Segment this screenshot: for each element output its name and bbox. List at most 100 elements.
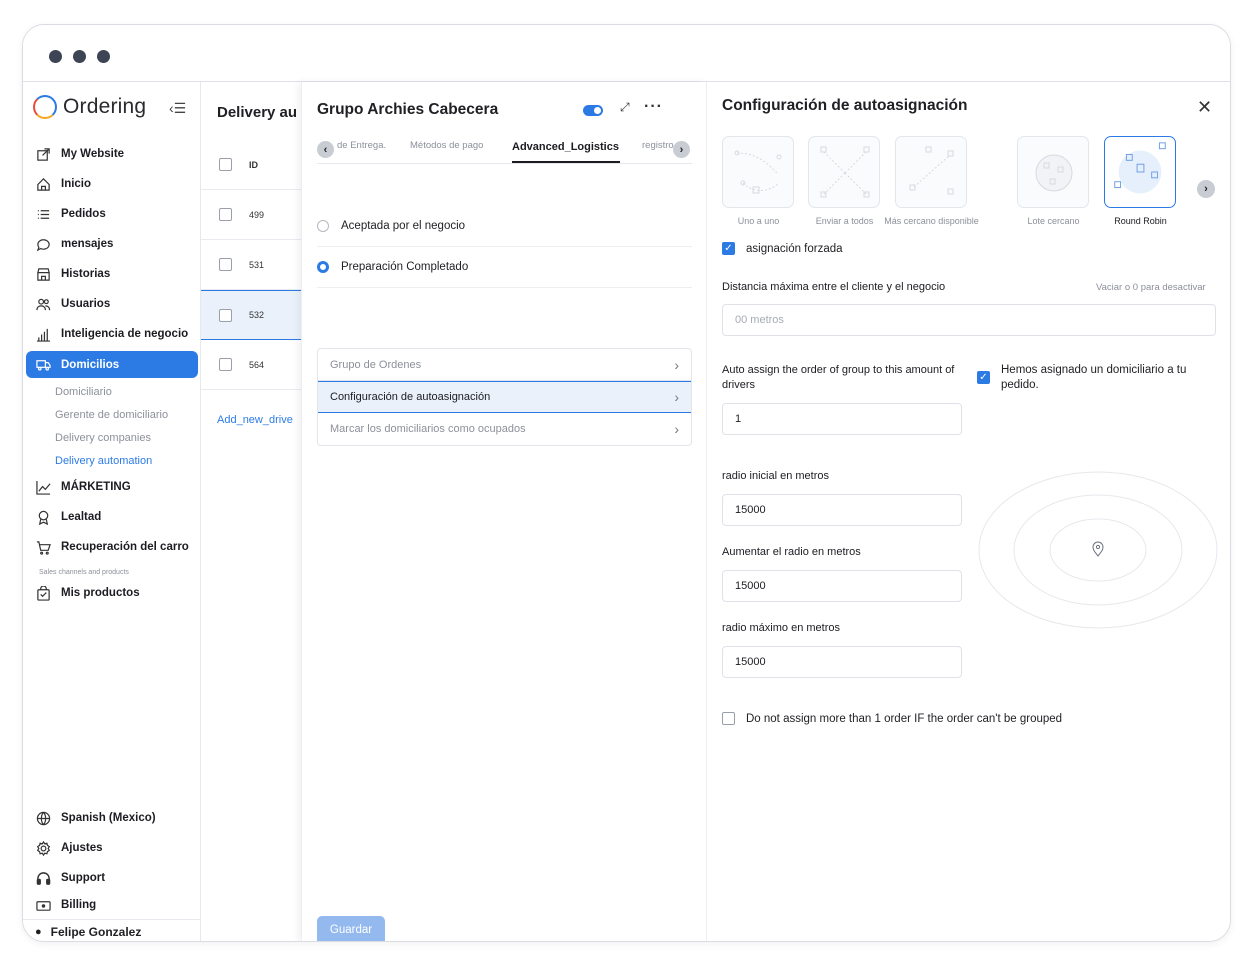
forced-assignment-option[interactable]: ✓ asignación forzada xyxy=(722,242,843,255)
strategy-uno-a-uno[interactable]: Uno a uno xyxy=(722,136,795,226)
sidebar-item-recuperacion[interactable]: Recuperación del carro xyxy=(23,532,201,562)
row-id: 532 xyxy=(249,310,265,320)
option-label: Do not assign more than 1 order IF the o… xyxy=(746,712,1063,725)
option-label: Hemos asignado un domiciliario a tu pedi… xyxy=(1001,364,1187,391)
assigned-notification-option[interactable]: ✓ Hemos asignado un domiciliario a tu ped… xyxy=(977,363,1217,393)
strategy-lote-cercano[interactable]: Lote cercano xyxy=(1017,136,1090,226)
sidebar-item-inteligencia[interactable]: Inteligencia de negocio xyxy=(23,319,201,349)
sidebar-item-label: Usuarios xyxy=(61,298,111,310)
group-enabled-toggle[interactable] xyxy=(583,105,603,116)
window-titlebar xyxy=(23,25,1230,82)
autoassign-config-panel: Configuración de autoasignación ✕ Uno a … xyxy=(706,82,1230,941)
max-distance-input[interactable] xyxy=(722,304,1216,336)
menu-item-autoasignacion[interactable]: Configuración de autoasignación › xyxy=(318,381,691,413)
sidebar-item-my-website[interactable]: My Website xyxy=(23,139,201,169)
sidebar-item-marketing[interactable]: MÁRKETING xyxy=(23,472,201,502)
expand-icon[interactable]: ⤢ xyxy=(620,100,630,115)
initial-radius-input[interactable] xyxy=(722,494,962,526)
store-icon xyxy=(35,266,51,282)
radio-button[interactable] xyxy=(317,261,329,273)
strategy-label: Más cercano disponible xyxy=(884,216,979,226)
more-options-icon[interactable]: ··· xyxy=(644,98,663,116)
page-title: Delivery au xyxy=(217,104,298,121)
select-all-checkbox[interactable] xyxy=(219,158,232,171)
row-checkbox[interactable] xyxy=(219,358,232,371)
sidebar-item-domicilios[interactable]: Domicilios xyxy=(26,351,198,378)
user-profile[interactable]: ● Felipe Gonzalez xyxy=(23,919,201,941)
tab-metodos-pago[interactable]: Métodos de pago xyxy=(410,140,483,151)
no-group-checkbox[interactable] xyxy=(722,712,735,725)
sidebar-item-mensajes[interactable]: mensajes xyxy=(23,229,201,259)
group-drivers-label: Auto assign the order of group to this a… xyxy=(722,364,955,391)
strategy-mas-cercano[interactable]: Más cercano disponible xyxy=(884,136,979,226)
sidebar-item-billing[interactable]: Billing xyxy=(23,893,201,917)
row-checkbox[interactable] xyxy=(219,258,232,271)
add-new-driver-link[interactable]: Add_new_drive xyxy=(217,414,293,426)
radio-button[interactable] xyxy=(317,220,329,232)
group-drivers-input[interactable] xyxy=(722,403,962,435)
delivery-truck-icon xyxy=(35,357,51,373)
menu-item-label: Marcar los domiciliarios como ocupados xyxy=(330,423,526,435)
strategy-label: Enviar a todos xyxy=(815,216,874,226)
option-label: Aceptada por el negocio xyxy=(341,220,466,232)
strategy-illustration xyxy=(1017,136,1089,208)
strategy-illustration xyxy=(895,136,967,208)
brand-logo[interactable]: Ordering xyxy=(33,94,146,120)
order-status-option[interactable]: Aceptada por el negocio xyxy=(317,206,692,247)
sidebar-section-label: Sales channels and products xyxy=(39,568,129,576)
assigned-notification-checkbox[interactable]: ✓ xyxy=(977,371,990,384)
sidebar-subitem-domiciliario[interactable]: Domiciliario xyxy=(23,380,201,403)
sidebar-item-ajustes[interactable]: Ajustes xyxy=(23,833,201,863)
strategies-scroll-right-icon[interactable]: › xyxy=(1197,180,1215,198)
sidebar-item-support[interactable]: Support xyxy=(23,863,201,893)
strategy-label: Round Robin xyxy=(1114,216,1167,226)
window-control-dot[interactable] xyxy=(49,50,62,63)
order-status-option[interactable]: Preparación Completado xyxy=(317,247,692,288)
delivery-automation-list: Delivery au ID 499 531 532 564 Add_new_d… xyxy=(201,82,301,941)
users-icon xyxy=(35,296,51,312)
increase-radius-input[interactable] xyxy=(722,570,962,602)
window-control-dot[interactable] xyxy=(73,50,86,63)
strategy-round-robin[interactable]: Round Robin xyxy=(1104,136,1177,226)
close-icon[interactable]: ✕ xyxy=(1197,97,1212,118)
gear-icon xyxy=(35,840,51,856)
row-checkbox[interactable] xyxy=(219,308,232,322)
row-checkbox[interactable] xyxy=(219,208,232,221)
menu-item-marcar-ocupados[interactable]: Marcar los domiciliarios como ocupados › xyxy=(318,413,691,445)
tab-registro[interactable]: registro xyxy=(642,140,674,151)
save-button[interactable]: Guardar xyxy=(317,916,385,941)
tabs-scroll-right-icon[interactable]: › xyxy=(673,141,690,158)
chevron-right-icon: › xyxy=(674,356,679,373)
collapse-sidebar-icon[interactable]: ‹☰ xyxy=(169,100,186,117)
window-control-dot[interactable] xyxy=(97,50,110,63)
sidebar-item-mis-productos[interactable]: Mis productos xyxy=(23,578,201,608)
sidebar-subitem-delivery-companies[interactable]: Delivery companies xyxy=(23,426,201,449)
tab-entrega[interactable]: de Entrega. xyxy=(337,140,386,151)
table-row[interactable]: 531 xyxy=(201,240,301,290)
strategy-illustration xyxy=(722,136,794,208)
sidebar-item-usuarios[interactable]: Usuarios xyxy=(23,289,201,319)
sidebar-item-historias[interactable]: Historias xyxy=(23,259,201,289)
table-row[interactable]: 499 xyxy=(201,190,301,240)
panel-title: Configuración de autoasignación xyxy=(722,97,968,114)
menu-item-grupo-ordenes[interactable]: Grupo de Ordenes › xyxy=(318,349,691,381)
sidebar-item-language[interactable]: Spanish (Mexico) xyxy=(23,803,201,833)
column-header-id: ID xyxy=(249,159,258,170)
browser-window: Ordering ‹☰ My Website Inicio Pedidos me… xyxy=(22,24,1231,942)
tabs-scroll-left-icon[interactable]: ‹ xyxy=(317,141,334,158)
sidebar-item-pedidos[interactable]: Pedidos xyxy=(23,199,201,229)
tab-advanced-logistics[interactable]: Advanced_Logistics xyxy=(512,141,619,153)
sidebar-subitem-delivery-automation[interactable]: Delivery automation xyxy=(23,449,201,472)
forced-assignment-checkbox[interactable]: ✓ xyxy=(722,242,735,255)
no-group-option[interactable]: Do not assign more than 1 order IF the o… xyxy=(722,712,1062,725)
sidebar-item-inicio[interactable]: Inicio xyxy=(23,169,201,199)
table-row[interactable]: 532 xyxy=(201,290,301,340)
row-id: 531 xyxy=(249,259,265,270)
distance-label: Distancia máxima entre el cliente y el n… xyxy=(722,281,946,293)
table-row[interactable]: 564 xyxy=(201,340,301,390)
increase-radius-label: Aumentar el radio en metros xyxy=(722,546,861,558)
max-radius-input[interactable] xyxy=(722,646,962,678)
sidebar-subitem-gerente[interactable]: Gerente de domiciliario xyxy=(23,403,201,426)
sidebar-item-lealtad[interactable]: Lealtad xyxy=(23,502,201,532)
strategy-enviar-todos[interactable]: Enviar a todos xyxy=(808,136,881,226)
